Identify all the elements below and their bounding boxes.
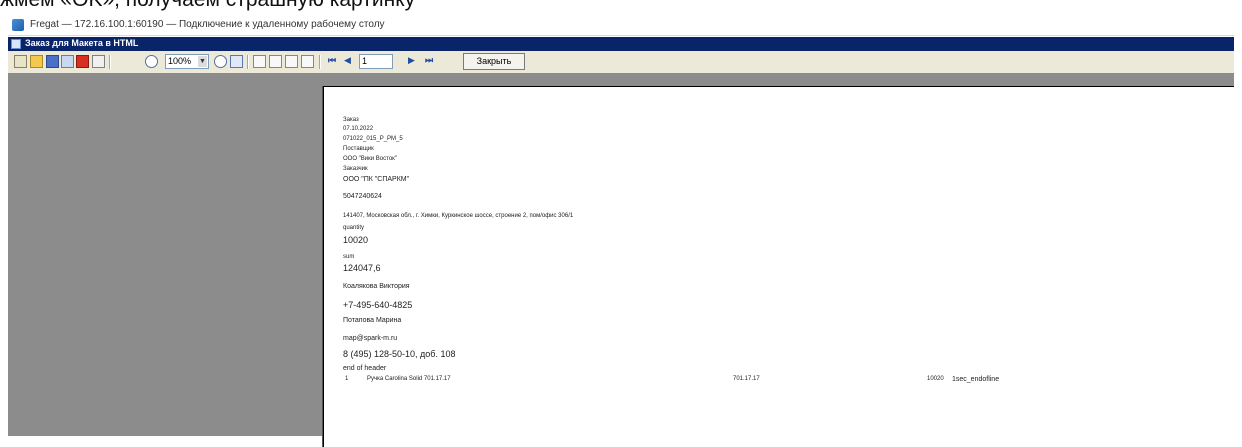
print-icon[interactable]	[14, 55, 27, 68]
line-item-quantity: 10020	[927, 376, 944, 382]
report-line: 124047,6	[343, 263, 381, 273]
multi-page-icon[interactable]	[285, 55, 298, 68]
report-line: +7-495-640-4825	[343, 300, 413, 310]
pdf-icon[interactable]	[76, 55, 89, 68]
zoom-in-icon[interactable]	[145, 55, 158, 68]
report-line: Поставщик	[343, 146, 374, 152]
report-line: 5047240624	[343, 193, 382, 200]
next-page-icon[interactable]: ▶	[408, 56, 415, 66]
save-icon[interactable]	[46, 55, 59, 68]
report-line: end of header	[343, 365, 387, 372]
report-line: ООО "ПК "СПАРКМ"	[343, 176, 410, 183]
report-line: Потапова Марина	[343, 317, 402, 324]
close-button[interactable]: Закрыть	[463, 53, 525, 70]
window-icon	[11, 39, 21, 49]
report-line: Коалякова Виктория	[343, 283, 410, 290]
export-icon[interactable]	[61, 55, 74, 68]
line-item-number: 1	[345, 376, 349, 382]
first-page-icon[interactable]: ⏮	[328, 56, 336, 66]
prev-page-icon[interactable]: ◀	[344, 56, 351, 66]
toolbar-separator	[247, 55, 249, 69]
report-line: map@spark-m.ru	[343, 335, 398, 342]
rdp-window-title: Fregat — 172.16.100.1:60190 — Подключени…	[30, 19, 385, 30]
two-pages-icon[interactable]	[269, 55, 282, 68]
zoom-out-icon[interactable]	[214, 55, 227, 68]
line-item-tail: 1sec_endofline	[952, 376, 1000, 383]
report-line: quantity	[343, 225, 365, 231]
report-line: 8 (495) 128-50-10, доб. 108	[343, 349, 456, 359]
fit-page-icon[interactable]	[230, 55, 243, 68]
report-line: sum	[343, 254, 355, 260]
open-folder-icon[interactable]	[30, 55, 43, 68]
report-toolbar: 100% ▼ ⏮ ◀ 1 ▶ ⏭ Закрыть	[8, 51, 1234, 74]
zoom-select[interactable]: 100% ▼	[165, 54, 209, 69]
report-page: Заказ 07.10.2022 071022_015_P_PM_5 Поста…	[323, 86, 1234, 447]
report-line: 10020	[343, 235, 369, 245]
line-item-name: Ручка Carolina Solid 701.17.17	[367, 376, 451, 382]
report-line: 071022_015_P_PM_5	[343, 136, 403, 142]
report-line: 141407, Московская обл., г. Химки, Курки…	[343, 213, 574, 219]
page-number-input[interactable]: 1	[359, 54, 393, 69]
rdp-title-bar: Fregat — 172.16.100.1:60190 — Подключени…	[8, 15, 1234, 36]
find-icon[interactable]	[92, 55, 105, 68]
report-window-title-bar: Заказ для Макета в HTML	[8, 37, 1234, 51]
report-line: Заказчик	[343, 166, 368, 172]
report-line: ООО "Вики Восток"	[343, 156, 397, 162]
caption-text: жмём «OK», получаем страшную картинку	[0, 0, 1242, 12]
report-line: 07.10.2022	[343, 126, 374, 132]
report-line: Заказ	[343, 117, 359, 123]
report-window-title: Заказ для Макета в HTML	[25, 38, 139, 48]
line-item-article: 701.17.17	[733, 376, 760, 382]
edit-icon[interactable]	[301, 55, 314, 68]
rdp-app-icon	[12, 19, 24, 31]
chevron-down-icon[interactable]: ▼	[198, 56, 207, 67]
toolbar-separator	[109, 55, 111, 69]
last-page-icon[interactable]: ⏭	[425, 56, 433, 66]
single-page-icon[interactable]	[253, 55, 266, 68]
toolbar-separator	[319, 55, 321, 69]
